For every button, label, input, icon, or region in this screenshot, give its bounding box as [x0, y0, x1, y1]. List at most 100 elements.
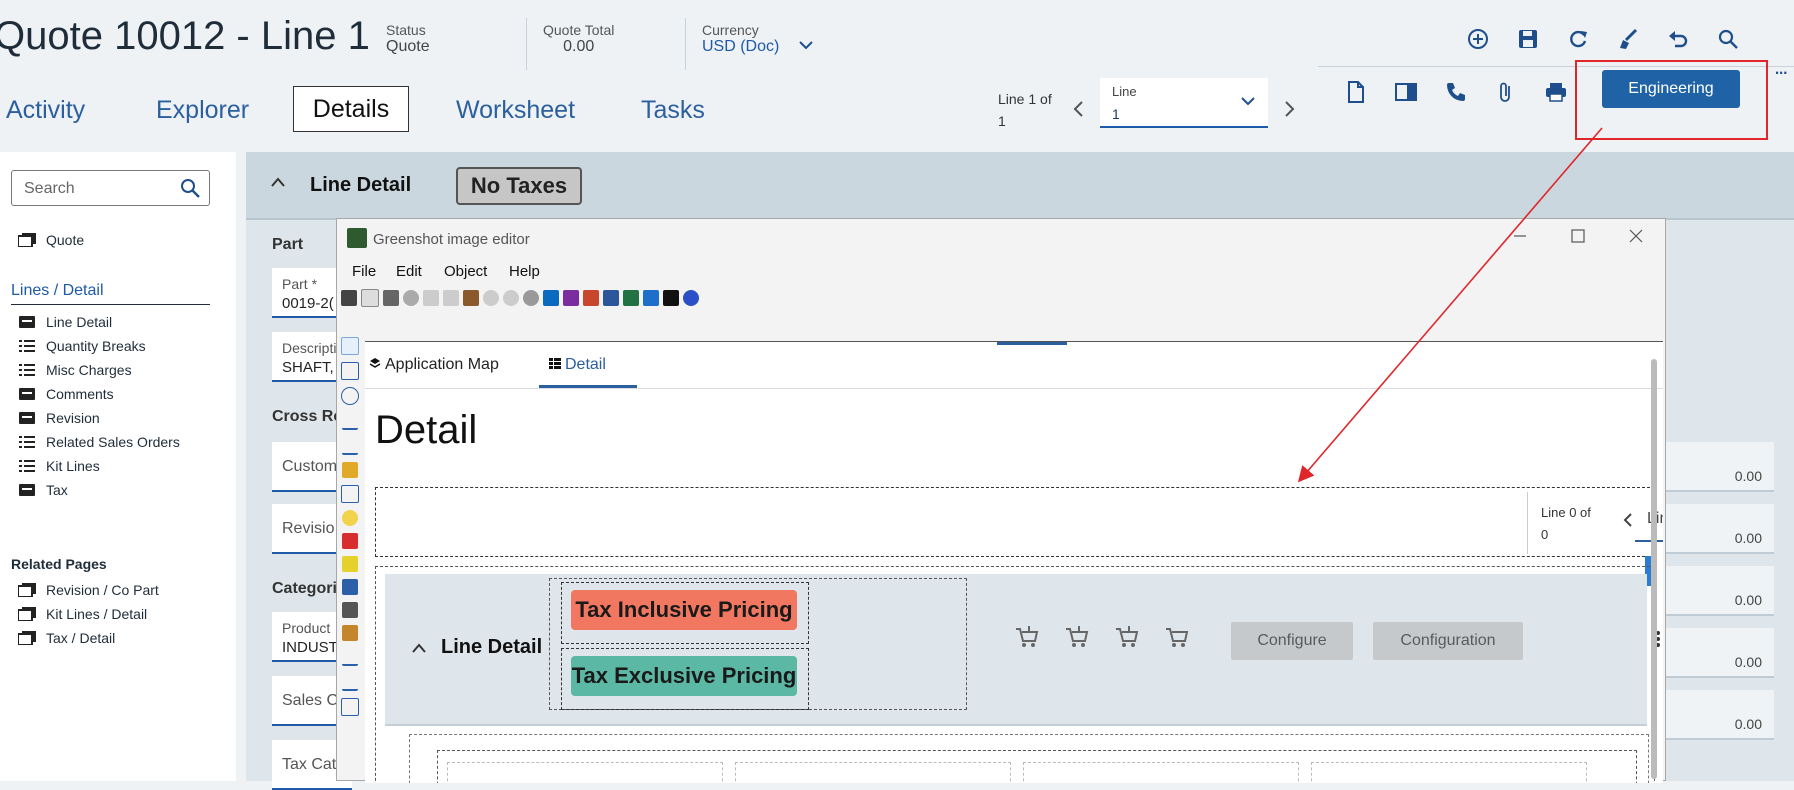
onenote-icon[interactable] — [563, 290, 579, 306]
configure-button[interactable]: Configure — [1231, 622, 1353, 660]
resize-icon[interactable] — [341, 698, 359, 716]
minimize-icon[interactable] — [1513, 227, 1527, 248]
document-icon[interactable] — [1342, 78, 1370, 106]
paste-icon[interactable] — [463, 290, 479, 306]
menu-file[interactable]: File — [352, 263, 376, 280]
sidebar-section-lines-detail[interactable]: Lines / Detail — [11, 282, 210, 305]
search-icon[interactable] — [1714, 25, 1742, 53]
amount-field[interactable]: 0.00 — [1666, 690, 1774, 740]
arrow-tool-icon[interactable] — [342, 437, 358, 455]
sidebar-item-comments[interactable]: Comments — [18, 386, 114, 402]
tab-explorer[interactable]: Explorer — [156, 96, 249, 125]
effects-tool-icon[interactable] — [342, 602, 358, 618]
add-cart-icon[interactable] — [1115, 626, 1139, 653]
text-tool-icon[interactable] — [341, 485, 359, 503]
amount-field[interactable]: 0.00 — [1666, 628, 1774, 678]
excel-icon[interactable] — [623, 290, 639, 306]
maximize-icon[interactable] — [1571, 227, 1585, 248]
chevron-down-icon[interactable] — [798, 38, 814, 56]
line-tool-icon[interactable] — [342, 412, 358, 430]
rectangle-tool-icon[interactable] — [341, 362, 359, 380]
counter-tool-icon[interactable] — [342, 533, 358, 549]
ellipse-tool-icon[interactable] — [341, 387, 359, 405]
sidebar-item-line-detail[interactable]: Line Detail — [18, 314, 112, 330]
configuration-button[interactable]: Configuration — [1373, 622, 1523, 660]
refresh-icon[interactable] — [1564, 25, 1592, 53]
sidebar-item-tax[interactable]: Tax — [18, 482, 68, 498]
chevron-right-icon[interactable] — [1284, 100, 1296, 123]
powerpoint-icon[interactable] — [583, 290, 599, 306]
collapse-caret-icon[interactable] — [411, 638, 427, 659]
sidebar-item-quote[interactable]: Quote — [18, 232, 84, 248]
add-circle-icon[interactable] — [1464, 25, 1492, 53]
sidebar-item-revision-co-part[interactable]: Revision / Co Part — [18, 582, 159, 598]
menu-object[interactable]: Object — [444, 263, 487, 280]
search-input[interactable]: Search — [11, 170, 210, 206]
chevron-left-icon[interactable] — [1072, 100, 1084, 123]
tab-application-map[interactable]: Application Map — [369, 356, 499, 374]
sidebar-item-quantity-breaks[interactable]: Quantity Breaks — [18, 338, 146, 354]
amount-field[interactable]: 0.00 — [1666, 442, 1774, 492]
amount-field[interactable]: 0.00 — [1666, 504, 1774, 554]
tab-details[interactable]: Details — [293, 86, 409, 132]
attachment-icon[interactable] — [1492, 78, 1520, 106]
print-icon[interactable] — [383, 290, 399, 306]
redo-icon[interactable] — [503, 290, 519, 306]
line-select[interactable]: Line 1 — [1100, 78, 1268, 128]
crop-tool-icon[interactable] — [342, 625, 358, 641]
settings-icon[interactable] — [523, 290, 539, 306]
cart-icon[interactable] — [1165, 626, 1189, 653]
phone-icon[interactable] — [1442, 78, 1470, 106]
rotate-ccw-icon[interactable] — [342, 673, 358, 691]
inner-field-placeholder — [1023, 762, 1299, 783]
sidebar-item-related-sales-orders[interactable]: Related Sales Orders — [18, 434, 180, 450]
chevron-left-icon[interactable] — [1623, 512, 1633, 533]
tab-worksheet[interactable]: Worksheet — [456, 96, 575, 125]
add-cart-icon[interactable] — [1065, 626, 1089, 653]
word-icon[interactable] — [603, 290, 619, 306]
sidebar-item-kit-lines-detail[interactable]: Kit Lines / Detail — [18, 606, 147, 622]
more-options-icon[interactable]: ... — [1774, 54, 1788, 80]
scrollbar[interactable] — [1651, 359, 1657, 779]
rotate-cw-icon[interactable] — [342, 648, 358, 666]
pointer-tool-icon[interactable] — [341, 337, 359, 355]
tab-activity[interactable]: Activity — [6, 96, 85, 125]
print-icon[interactable] — [1542, 78, 1570, 106]
collapse-caret-icon[interactable] — [270, 172, 286, 193]
cut-icon[interactable] — [423, 290, 439, 306]
inner-line-select[interactable]: Line — [1635, 492, 1663, 542]
panel-icon[interactable] — [1392, 78, 1420, 106]
freehand-tool-icon[interactable] — [342, 462, 358, 478]
delete-icon[interactable] — [403, 290, 419, 306]
menu-help[interactable]: Help — [509, 263, 540, 280]
sidebar-item-tax-detail[interactable]: Tax / Detail — [18, 630, 115, 646]
sidebar-item-kit-lines[interactable]: Kit Lines — [18, 458, 100, 474]
menu-edit[interactable]: Edit — [396, 263, 422, 280]
info-icon[interactable] — [663, 290, 679, 306]
image-icon[interactable] — [643, 290, 659, 306]
tab-detail[interactable]: Detail — [549, 356, 606, 374]
highlight-tool-icon[interactable] — [342, 556, 358, 572]
help-icon[interactable] — [683, 290, 699, 306]
search-icon[interactable] — [179, 177, 201, 204]
currency-value[interactable]: USD (Doc) — [702, 38, 779, 56]
clear-brush-icon[interactable] — [1614, 25, 1642, 53]
sidebar-item-misc-charges[interactable]: Misc Charges — [18, 362, 132, 378]
undo-icon[interactable] — [1664, 25, 1692, 53]
copy-icon[interactable] — [361, 289, 379, 307]
outlook-icon[interactable] — [543, 290, 559, 306]
close-icon[interactable] — [1629, 227, 1643, 248]
speechbubble-tool-icon[interactable] — [342, 510, 358, 526]
tab-tasks[interactable]: Tasks — [641, 96, 705, 125]
duplicate-icon[interactable] — [443, 290, 459, 306]
add-cart-icon[interactable] — [1015, 626, 1039, 653]
obfuscate-tool-icon[interactable] — [342, 579, 358, 595]
undo-icon[interactable] — [483, 290, 499, 306]
greenshot-logo-icon — [347, 228, 367, 248]
save-icon[interactable] — [341, 290, 357, 306]
save-icon[interactable] — [1514, 25, 1542, 53]
currency-field[interactable]: Currency USD (Doc) — [702, 22, 779, 56]
amount-field[interactable]: 0.00 — [1666, 566, 1774, 616]
sidebar-item-revision[interactable]: Revision — [18, 410, 100, 426]
editor-canvas[interactable]: Application Map Detail Detail Line 0 of … — [365, 341, 1663, 783]
